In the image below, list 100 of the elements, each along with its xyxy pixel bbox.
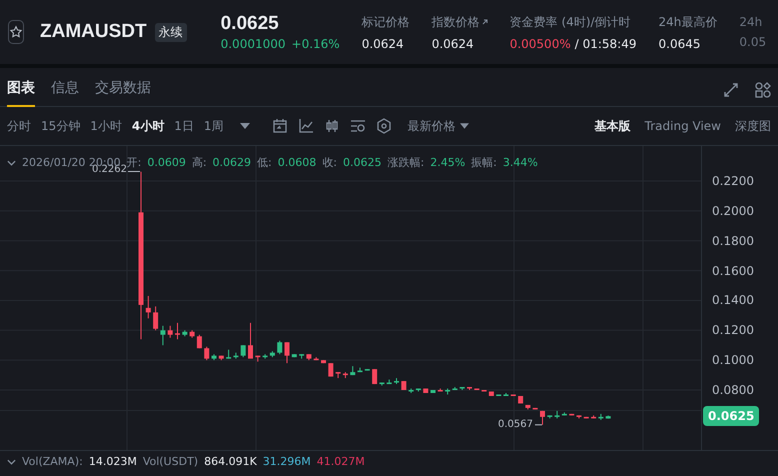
view-option[interactable]: 基本版 [594,118,631,134]
candle [204,346,210,361]
stat-label: 资金费率 (4时)/倒计时 [510,14,631,30]
chart-tab[interactable]: 图表 [7,79,35,107]
candle [262,354,268,360]
hexagon-icon[interactable] [376,118,392,134]
legend-label: 低: [257,155,272,170]
view-option[interactable]: 深度图 [735,118,771,134]
candle [314,356,319,361]
favorite-button[interactable] [8,20,24,44]
interval-option[interactable]: 15分钟 [41,118,80,134]
price-type-dropdown[interactable]: 最新价格 [408,118,469,134]
candle [584,416,589,419]
candle [218,355,224,361]
legend-label: 收: [322,155,337,170]
candle [518,396,524,404]
candle [364,368,370,372]
volume-label: Vol(USDT) [142,455,198,468]
chevron-down-icon[interactable] [7,160,16,166]
chart-tab[interactable]: 信息 [51,79,79,107]
price-axis-label: 0.1000 [712,353,754,368]
price-axis-label: 0.2200 [712,174,754,188]
legend-value: 0.0625 [342,156,382,169]
candle [342,372,348,379]
interval-option[interactable]: 分时 [7,118,31,134]
price-axis-label: 0.1600 [712,264,754,278]
candle [467,386,472,391]
stat-label: 24h最高价 [658,14,718,30]
candle [196,334,202,349]
candle [350,366,356,376]
external-link-icon[interactable] [482,19,488,25]
interval-option[interactable]: 1日 [174,118,194,134]
candle [175,322,180,340]
legend-label: 高: [192,155,207,170]
volume-ma-value: 41.027M [316,455,365,468]
legend-value: 0.0629 [212,156,252,169]
candle [460,386,465,391]
legend-label: 涨跌幅: [387,155,424,170]
line-chart-icon[interactable] [298,118,314,134]
caret-icon[interactable] [240,123,250,129]
candle [372,368,378,385]
interval-option[interactable]: 1周 [204,118,224,134]
contract-badge: 永续 [154,22,187,42]
interval-option[interactable]: 1小时 [90,118,122,134]
candle [153,306,158,331]
candle [430,390,436,394]
legend-value: 3.44% [502,156,538,169]
candle [336,372,341,379]
candle [591,414,596,419]
candle [496,394,502,396]
candles-icon[interactable] [324,118,340,134]
candle [379,382,384,386]
candle [423,388,428,394]
countdown: / 01:58:49 [574,36,636,50]
indicator-settings-icon[interactable] [350,118,366,134]
candle [168,325,173,338]
candle [606,415,611,420]
candle [270,350,275,358]
stat-label: 标记价格 [362,14,410,30]
volume-value: 14.023M [88,455,137,468]
candle [284,342,290,364]
interval-option[interactable]: 4小时 [132,118,164,134]
widgets-icon[interactable] [755,82,771,98]
leader-line [534,424,542,426]
candle [401,380,406,391]
candle [226,349,232,360]
price-change: 0.0001000 [220,37,286,51]
expand-icon[interactable] [723,82,739,98]
view-option[interactable]: Trading View [644,118,721,134]
legend-value: 0.0609 [147,156,186,169]
candle [554,410,560,419]
chevron-down-icon[interactable] [7,458,16,464]
candle [445,388,450,395]
volume-label: Vol(ZAMA): [22,455,83,468]
candle [510,394,516,396]
candle [146,295,151,319]
candle [488,391,494,396]
candle [299,354,304,360]
calendar-icon[interactable] [272,118,288,134]
price-axis-label: 0.1200 [712,323,754,338]
stat-value: 0.0624 [362,36,405,50]
stat-label: 24h [739,15,762,29]
legend-value: 2.45% [430,156,466,169]
volume-value: 864.091K [204,455,257,468]
stat-value: 0.0624 [432,36,475,50]
candle [328,362,334,378]
candle [292,354,297,358]
volume-ma-value: 31.296M [262,455,311,468]
candle [255,355,260,362]
chart-tab[interactable]: 交易数据 [95,79,151,107]
low-price-label: 0.0567 [498,418,533,430]
leader-line [128,171,140,172]
change-percent: +0.16% [292,37,340,51]
candle [233,352,238,360]
funding-rate: 0.00500% [510,36,571,50]
caret-icon [460,123,469,129]
candle [240,344,246,358]
candle [532,407,538,410]
current-price-tag: 0.0625 [703,406,760,426]
candle [277,340,282,355]
